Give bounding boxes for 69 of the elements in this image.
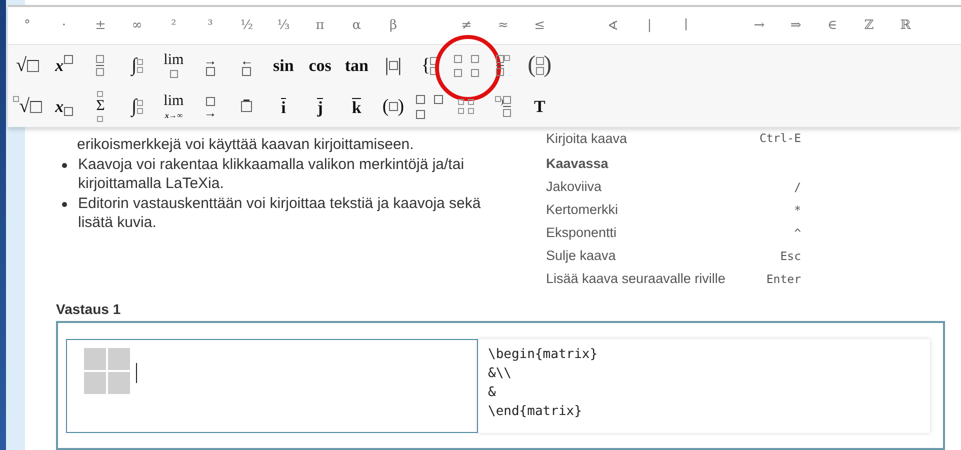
template-button[interactable]: lim	[155, 45, 192, 86]
latex-source-field[interactable]: \begin{matrix} &\\ & \end{matrix}	[478, 339, 930, 434]
symbol-button[interactable]: ≈	[484, 7, 522, 44]
template-button[interactable]: tan	[338, 45, 375, 86]
symbol-button[interactable]: |	[631, 7, 668, 44]
template-button[interactable]: j	[302, 86, 338, 127]
symbol-button[interactable]: ·	[46, 7, 82, 44]
template-button[interactable]: sin	[265, 45, 302, 86]
template-button[interactable]: ←	[228, 45, 266, 86]
template-button[interactable]: cos	[302, 45, 338, 86]
symbol-button[interactable]: π	[302, 7, 338, 44]
template-button[interactable]: )	[484, 86, 522, 127]
template-button[interactable]: T	[521, 86, 558, 127]
symbol-button[interactable]: ∣	[668, 7, 704, 44]
template-button[interactable]: →	[192, 45, 229, 86]
text-cursor	[136, 363, 137, 384]
template-button[interactable]: Σ	[82, 86, 119, 127]
template-button[interactable]: ∫	[118, 45, 156, 86]
template-button[interactable]: ∫	[118, 86, 156, 127]
template-button[interactable]: →	[192, 86, 229, 127]
section-heading: Kaavassa	[546, 156, 608, 171]
symbol-button[interactable]: ½	[228, 7, 266, 44]
math-input-field[interactable]	[66, 339, 478, 434]
shortcut-key: ^	[794, 226, 801, 240]
template-button[interactable]: ( )	[521, 45, 558, 86]
symbol-button[interactable]: ⇒	[777, 7, 814, 44]
shortcut-label: Jakoviiva	[546, 179, 602, 194]
symbol-button[interactable]: ∈	[814, 7, 851, 44]
template-button[interactable]: ( )	[374, 86, 412, 127]
bullet-icon	[62, 202, 67, 206]
template-button[interactable]: lim x→∞	[155, 86, 192, 127]
template-button[interactable]: x	[46, 45, 82, 86]
template-button[interactable]: k	[338, 86, 375, 127]
template-button[interactable]: | |	[374, 45, 412, 86]
symbol-button[interactable]: ≤	[521, 7, 558, 44]
symbol-button[interactable]: α	[338, 7, 375, 44]
bullet-text: Editorin vastauskenttään voi kirjoittaa tekstiä ja kaavoja sekä lisätä kuvia.	[78, 194, 482, 232]
template-button[interactable]: x	[46, 86, 82, 127]
symbol-button[interactable]: ℤ	[850, 7, 888, 44]
shortcut-key: Ctrl-E	[759, 131, 801, 145]
symbol-button[interactable]: →	[740, 7, 778, 44]
template-button[interactable]: √	[9, 45, 46, 86]
shortcut-key: *	[794, 202, 801, 216]
bullet-text: Kaavoja voi rakentaa klikkaamalla valikon merkintöjä ja/tai kirjoittamalla LaTeXia.	[78, 154, 466, 194]
shortcut-label: Eksponentti	[546, 225, 617, 240]
shortcut-label: Kertomerkki	[546, 202, 618, 217]
symbol-button[interactable]: ±	[82, 7, 119, 44]
template-button[interactable]: i	[265, 86, 302, 127]
bullet-icon	[62, 162, 67, 168]
symbol-button[interactable]: °	[9, 7, 46, 44]
symbol-button[interactable]: ≠	[448, 7, 485, 44]
shortcut-label: Sulje kaava	[546, 248, 616, 263]
symbol-button[interactable]: ∞	[118, 7, 156, 44]
matrix-placeholder-drawing	[84, 348, 132, 396]
shortcut-key: Esc	[780, 248, 801, 262]
template-button[interactable]: {	[412, 45, 448, 86]
instruction-text: erikoismerkkejä voi käyttää kaavan kirjoittamiseen.	[77, 135, 415, 154]
symbol-button[interactable]: ∢	[594, 7, 632, 44]
symbol-button[interactable]: ℝ	[887, 7, 924, 44]
symbol-button[interactable]: ²	[155, 7, 192, 44]
symbol-button[interactable]: ³	[192, 7, 229, 44]
shortcut-key: /	[794, 180, 801, 194]
shortcut-label: Lisää kaava seuraavalle riville	[546, 271, 726, 286]
template-button[interactable]: √	[9, 86, 46, 127]
symbol-button[interactable]: β	[374, 7, 412, 44]
symbol-button[interactable]: ⅓	[265, 7, 302, 44]
answer-title: Vastaus 1	[56, 300, 122, 318]
shortcut-label: Kirjoita kaava	[546, 130, 628, 146]
shortcut-key: Enter	[766, 272, 801, 286]
